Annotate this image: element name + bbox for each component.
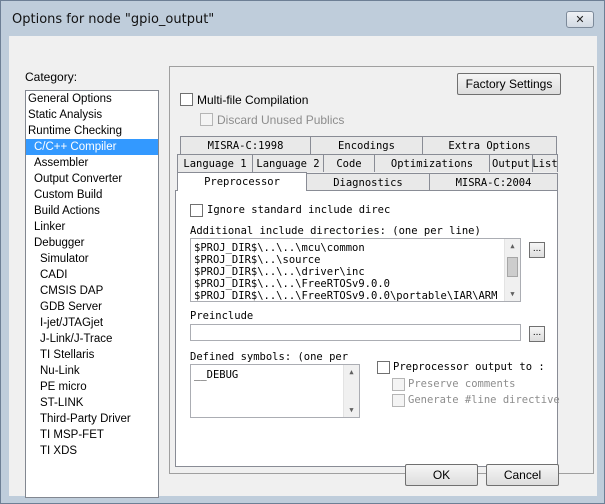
scroll-down-icon[interactable]: ▼ [344,403,359,417]
ignore-std-include-label: Ignore standard include direc [207,204,391,216]
scroll-thumb[interactable] [507,257,518,277]
include-dir-line: $PROJ_DIR$\..\..\FreeRTOSv9.0.0\portable… [194,290,503,302]
category-item[interactable]: CADI [26,267,158,283]
preinclude-label: Preinclude [190,310,254,322]
category-item[interactable]: TI MSP-FET [26,427,158,443]
pp-output-checkbox[interactable] [377,361,390,374]
close-icon: ✕ [575,14,585,26]
tab-encodings[interactable]: Encodings [310,136,423,154]
tab-code[interactable]: Code [323,154,375,172]
category-item[interactable]: Custom Build [26,187,158,203]
category-item[interactable]: Build Actions [26,203,158,219]
include-dir-line: $PROJ_DIR$\..\..\FreeRTOSv9.0.0 [194,278,390,290]
include-dirs-textbox[interactable]: ▲ ▼ $PROJ_DIR$\..\..\mcu\common $PROJ_DIR… [190,238,521,302]
dialog-client: Category: General Options Static Analysis… [9,36,597,498]
category-item[interactable]: CMSIS DAP [26,283,158,299]
preprocessor-panel: Ignore standard include direc Additional… [175,190,560,467]
tab-misra-c-1998[interactable]: MISRA-C:1998 [180,136,311,154]
include-dir-line: $PROJ_DIR$\..\..\driver\inc [194,266,365,278]
title-bar[interactable]: Options for node "gpio_output" ✕ [1,1,604,37]
include-dir-line: $PROJ_DIR$\..\..\mcu\common [194,242,365,254]
scroll-up-icon[interactable]: ▲ [344,365,359,379]
tab-misra-c-2004[interactable]: MISRA-C:2004 [429,173,558,191]
category-item[interactable]: ST-LINK [26,395,158,411]
tab-diagnostics[interactable]: Diagnostics [306,173,430,191]
category-item[interactable]: Nu-Link [26,363,158,379]
category-item[interactable]: PE micro [26,379,158,395]
category-item[interactable]: C/C++ Compiler [26,139,158,155]
category-item[interactable]: J-Link/J-Trace [26,331,158,347]
include-dir-line: $PROJ_DIR$\..\source [194,254,321,266]
category-item[interactable]: Output Converter [26,171,158,187]
window-title: Options for node "gpio_output" [12,12,215,27]
tab-list[interactable]: List [532,154,558,172]
generate-line-label: Generate #line directive [408,394,560,406]
preinclude-input[interactable] [190,324,521,341]
category-item[interactable]: I-jet/JTAGjet [26,315,158,331]
category-item[interactable]: General Options [26,91,158,107]
category-item[interactable]: Static Analysis [26,107,158,123]
category-item[interactable]: GDB Server [26,299,158,315]
tab-language-2[interactable]: Language 2 [252,154,324,172]
category-item[interactable]: Third-Party Driver [26,411,158,427]
ok-button[interactable]: OK [405,464,478,486]
category-item[interactable]: Linker [26,219,158,235]
category-item[interactable]: Runtime Checking [26,123,158,139]
multi-file-checkbox[interactable] [180,93,193,106]
defined-symbols-scrollbar[interactable]: ▲ ▼ [343,365,359,417]
category-item[interactable]: TI Stellaris [26,347,158,363]
category-item[interactable]: Assembler [26,155,158,171]
generate-line-checkbox[interactable] [392,394,405,407]
pp-output-label: Preprocessor output to : [393,361,545,373]
close-button[interactable]: ✕ [566,11,594,28]
preserve-comments-checkbox[interactable] [392,378,405,391]
tab-output[interactable]: Output [489,154,533,172]
options-dialog: Options for node "gpio_output" ✕ Categor… [0,0,605,504]
category-list[interactable]: General Options Static Analysis Runtime Ch… [25,90,159,498]
include-dirs-browse-button[interactable]: ... [529,242,545,258]
tab-optimizations[interactable]: Optimizations [374,154,490,172]
tab-extra-options[interactable]: Extra Options [422,136,557,154]
defined-symbol-line: __DEBUG [194,369,239,381]
cancel-button[interactable]: Cancel [486,464,559,486]
defined-symbols-textbox[interactable]: ▲ ▼ __DEBUG [190,364,360,418]
scroll-up-icon[interactable]: ▲ [505,239,520,253]
preinclude-value [191,327,194,339]
category-label: Category: [25,70,78,84]
category-item[interactable]: Debugger [26,235,158,251]
ignore-std-include-checkbox[interactable] [190,204,203,217]
category-item[interactable]: Simulator [26,251,158,267]
include-dirs-scrollbar[interactable]: ▲ ▼ [504,239,520,301]
tab-preprocessor[interactable]: Preprocessor [177,172,307,191]
include-dirs-label: Additional include directories: (one per… [190,225,481,237]
defined-symbols-label: Defined symbols: (one per [190,351,349,363]
preinclude-browse-button[interactable]: ... [529,326,545,342]
discard-unused-label: Discard Unused Publics [217,113,345,127]
preserve-comments-label: Preserve comments [408,378,516,390]
factory-settings-button[interactable]: Factory Settings [457,73,561,95]
tab-language-1[interactable]: Language 1 [177,154,253,172]
category-item[interactable]: TI XDS [26,443,158,459]
scroll-down-icon[interactable]: ▼ [505,287,520,301]
discard-unused-checkbox[interactable] [200,113,213,126]
multi-file-label: Multi-file Compilation [197,93,309,107]
